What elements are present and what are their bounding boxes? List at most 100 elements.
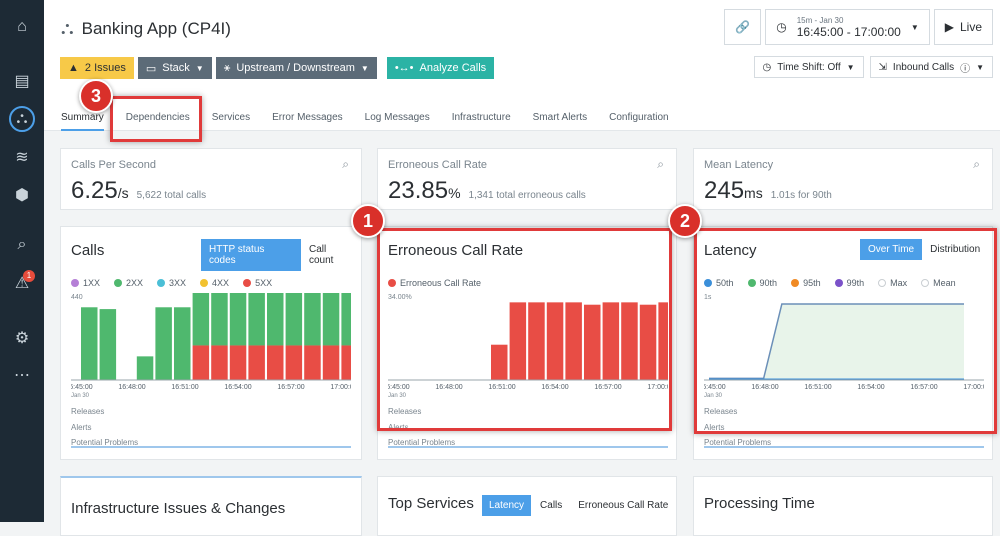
metric-card-latency: Mean Latency 245ms 1.01s for 90th ⌕ <box>693 148 993 210</box>
bar-2xx <box>136 356 154 380</box>
chevron-down-icon: ▼ <box>846 62 855 72</box>
top-services-tabs: Latency Calls Erroneous Call Rate <box>482 495 675 516</box>
tab-latency[interactable]: Latency <box>482 495 532 516</box>
dashboard-icon[interactable]: ▤ <box>9 68 35 94</box>
call-count-toggle[interactable]: Call count <box>301 239 361 271</box>
x-tick-label: 16:48:00 <box>118 384 145 391</box>
tab-log-messages[interactable]: Log Messages <box>365 112 430 131</box>
callout-box-1 <box>377 228 672 431</box>
problems-track <box>71 446 351 448</box>
callout-3: 3 <box>79 79 113 113</box>
analyze-icon[interactable]: ⌕ <box>9 232 35 258</box>
time-shift-dropdown[interactable]: ◷ Time Shift: Off ▼ <box>753 56 864 78</box>
sidebar: ⌂ ▤ ⛬ ≋ ⬢ ⌕ ⚠ 1 ⚙ ⋯ <box>0 0 44 522</box>
link-button[interactable]: 🔗 <box>724 9 762 45</box>
bar-2xx <box>192 293 210 346</box>
inbound-calls-dropdown[interactable]: ⇲ Inbound Calls ⓘ ▼ <box>869 56 993 78</box>
chevron-down-icon: ▼ <box>360 63 369 73</box>
tab-services[interactable]: Services <box>212 112 250 131</box>
releases-label: Releases <box>71 407 105 416</box>
tab-error-messages[interactable]: Error Messages <box>272 112 343 131</box>
link-icon: 🔗 <box>735 20 751 34</box>
bar-5xx <box>322 345 340 380</box>
bar-2xx <box>285 293 303 346</box>
callout-box-3 <box>110 96 202 142</box>
toolbar: ▲ 2 Issues ▭ Stack ▼ ⚹ Upstream / Downstream… <box>60 57 495 79</box>
cube-icon[interactable]: ⬢ <box>9 182 35 208</box>
bar-5xx <box>192 345 210 380</box>
http-status-codes-toggle[interactable]: HTTP status codes <box>201 239 301 271</box>
callout-box-2 <box>694 228 997 434</box>
chevron-down-icon: ▼ <box>910 22 919 32</box>
clock-icon: ◷ <box>762 61 772 73</box>
legend-item-4xx[interactable]: 4XX <box>200 278 229 288</box>
analyze-icon: •↔• <box>394 62 414 74</box>
calls-chart-card: Calls HTTP status codes Call count 1XX 2X… <box>60 226 362 460</box>
clock-icon: ◷ <box>776 20 787 34</box>
stack-button[interactable]: ▭ Stack ▼ <box>137 57 212 79</box>
x-tick-label: 16:54:00 <box>224 384 251 391</box>
bar-2xx <box>174 307 191 380</box>
callout-1: 1 <box>351 204 385 238</box>
y-max-label: 440 <box>71 294 83 301</box>
x-date-label: Jan 30 <box>71 393 90 399</box>
zoom-icon[interactable]: ⌕ <box>973 157 980 172</box>
bar-5xx <box>304 345 321 380</box>
infrastructure-card: Infrastructure Issues & Changes <box>60 476 362 536</box>
tab-erroneous-call-rate[interactable]: Erroneous Call Rate <box>571 495 675 516</box>
time-range-value: 16:45:00 - 17:00:00 <box>796 24 901 39</box>
alerts-icon[interactable]: ⚠ 1 <box>9 270 35 296</box>
alert-count-badge: 1 <box>23 270 35 282</box>
bar-2xx <box>267 293 284 346</box>
bar-2xx <box>304 293 321 346</box>
info-icon: ⓘ <box>960 63 971 75</box>
problems-track <box>704 446 984 448</box>
issues-button[interactable]: ▲ 2 Issues <box>60 57 134 79</box>
metric-value: 245 <box>704 177 745 204</box>
tab-infrastructure[interactable]: Infrastructure <box>452 112 511 131</box>
time-controls: 🔗 ◷ 15m - Jan 30 16:45:00 - 17:00:00 ▼ ▶… <box>724 9 993 45</box>
live-button[interactable]: ▶ Live <box>933 9 993 45</box>
tab-summary[interactable]: Summary <box>61 112 104 131</box>
view-controls: ◷ Time Shift: Off ▼ ⇲ Inbound Calls ⓘ ▼ <box>753 56 993 78</box>
chevron-down-icon: ▼ <box>976 62 984 72</box>
upstream-downstream-button[interactable]: ⚹ Upstream / Downstream ▼ <box>215 57 377 79</box>
legend-item-1xx[interactable]: 1XX <box>71 278 100 288</box>
time-range-picker[interactable]: ◷ 15m - Jan 30 16:45:00 - 17:00:00 ▼ <box>765 9 930 45</box>
settings-icon[interactable]: ⚙ <box>9 325 35 351</box>
bar-5xx <box>341 345 351 380</box>
legend-item-2xx[interactable]: 2XX <box>114 278 143 288</box>
layers-icon[interactable]: ≋ <box>9 144 35 170</box>
bar-2xx <box>81 307 98 380</box>
legend-swatch <box>157 279 166 287</box>
legend-swatch <box>243 279 252 287</box>
card-title: Processing Time <box>704 495 815 512</box>
bar-2xx <box>211 293 228 346</box>
zoom-icon[interactable]: ⌕ <box>657 157 664 172</box>
bar-5xx <box>229 345 247 380</box>
bar-2xx <box>99 309 117 380</box>
x-tick-label: 17:00:00 <box>330 384 351 391</box>
callout-2: 2 <box>668 204 702 238</box>
tab-configuration[interactable]: Configuration <box>609 112 668 131</box>
analyze-calls-button[interactable]: •↔• Analyze Calls <box>386 57 495 79</box>
legend-swatch <box>71 279 79 287</box>
time-range-label: 15m - Jan 30 <box>796 15 844 25</box>
card-title: Infrastructure Issues & Changes <box>71 500 286 517</box>
zoom-icon[interactable]: ⌕ <box>342 157 349 172</box>
metric-card-calls: Calls Per Second 6.25/s 5,622 total calls… <box>60 148 362 210</box>
more-icon[interactable]: ⋯ <box>9 362 35 388</box>
home-icon[interactable]: ⌂ <box>9 14 35 40</box>
chevron-down-icon: ▼ <box>195 63 204 73</box>
metric-card-errors: Erroneous Call Rate 23.85% 1,341 total er… <box>377 148 677 210</box>
legend-item-3xx[interactable]: 3XX <box>157 278 186 288</box>
chart-title: Calls <box>71 242 105 259</box>
applications-icon[interactable]: ⛬ <box>9 106 35 132</box>
metric-value: 6.25 <box>71 177 118 204</box>
legend-item-5xx[interactable]: 5XX <box>243 278 272 288</box>
bar-5xx <box>267 345 284 380</box>
tab-calls[interactable]: Calls <box>533 495 569 516</box>
calls-toggle: HTTP status codes Call count <box>201 239 361 271</box>
x-tick-label: 16:45:00 <box>71 384 93 391</box>
tab-smart-alerts[interactable]: Smart Alerts <box>533 112 587 131</box>
